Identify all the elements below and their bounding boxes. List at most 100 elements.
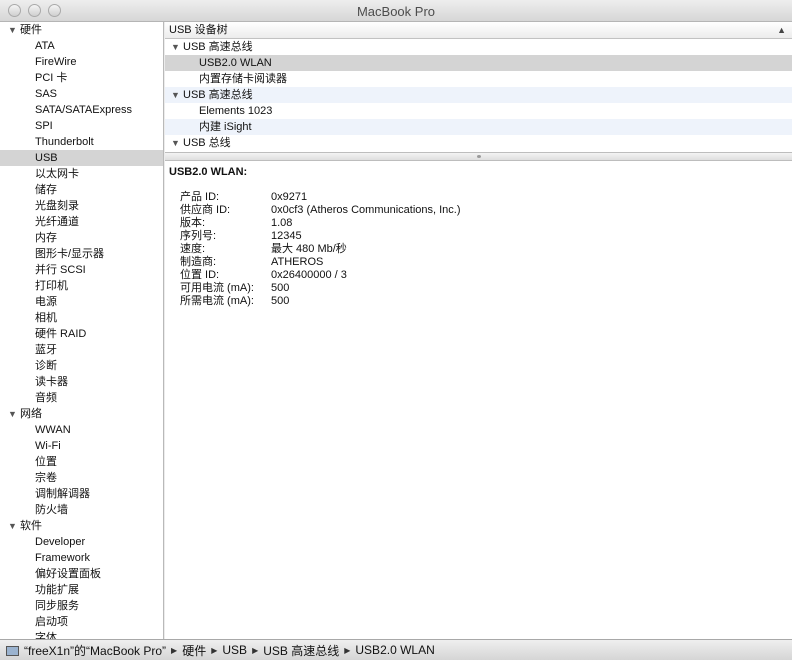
sidebar-item[interactable]: 内存 [0, 230, 163, 246]
tree-bus-label: USB 总线 [183, 137, 231, 149]
sidebar-section-label: 网络 [20, 408, 42, 420]
sidebar-item[interactable]: 蓝牙 [0, 342, 163, 358]
sidebar-item[interactable]: 相机 [0, 310, 163, 326]
sidebar-item[interactable]: PCI 卡 [0, 70, 163, 86]
property-key: 产品 ID: [180, 191, 220, 203]
property-value: 12345 [271, 230, 302, 242]
sidebar-item[interactable]: 读卡器 [0, 374, 163, 390]
path-separator-icon: ▶ [344, 645, 351, 655]
tree-device-row[interactable]: USB2.0 WLAN [165, 55, 792, 71]
sidebar-item[interactable]: 硬件 RAID [0, 326, 163, 342]
disclosure-triangle-icon[interactable]: ▼ [171, 39, 183, 55]
property-row: 供应商 ID: 0x0cf3 (Atheros Communications, I… [180, 204, 792, 217]
property-key: 序列号: [180, 230, 217, 242]
sidebar-item[interactable]: 光盘刻录 [0, 198, 163, 214]
property-value: 500 [271, 282, 290, 294]
sidebar-item[interactable]: 调制解调器 [0, 486, 163, 502]
path-segment[interactable]: “freeX1n”的“MacBook Pro” [24, 642, 166, 659]
sidebar-item[interactable]: 字体 [0, 630, 163, 639]
sidebar-item[interactable]: FireWire [0, 54, 163, 70]
detail-title: USB2.0 WLAN: [169, 166, 248, 178]
sidebar-item[interactable]: ATA [0, 38, 163, 54]
path-separator-icon: ▶ [252, 645, 259, 655]
sidebar-item[interactable]: SATA/SATAExpress [0, 102, 163, 118]
property-row: 可用电流 (mA): 500 [180, 282, 792, 295]
sidebar-item[interactable]: 电源 [0, 294, 163, 310]
sidebar-item[interactable]: WWAN [0, 422, 163, 438]
disclosure-triangle-icon[interactable]: ▼ [8, 518, 20, 534]
property-value: 500 [271, 295, 290, 307]
disclosure-triangle-icon[interactable]: ▼ [171, 135, 183, 151]
tree-bus-label: USB 高速总线 [183, 89, 253, 101]
sidebar-item[interactable]: 打印机 [0, 278, 163, 294]
sidebar-item[interactable]: USB [0, 150, 163, 166]
sidebar: ▼ 硬件 ATA FireWire PCI 卡 SAS SATA/SATAExpress SP… [0, 22, 164, 639]
tree-bus-row[interactable]: ▼ USB 高速总线 [165, 39, 792, 55]
sidebar-section[interactable]: ▼ 软件 [0, 518, 163, 534]
sidebar-item[interactable]: SAS [0, 86, 163, 102]
path-segment[interactable]: USB [222, 643, 247, 657]
property-value: 0x26400000 / 3 [271, 269, 347, 281]
sidebar-item[interactable]: 并行 SCSI [0, 262, 163, 278]
title-bar: MacBook Pro [0, 0, 792, 22]
window-title: MacBook Pro [356, 4, 436, 19]
property-key: 版本: [180, 217, 206, 229]
disclosure-triangle-icon[interactable]: ▼ [171, 87, 183, 103]
tree-device-row[interactable]: 内置存储卡阅读器 [165, 71, 792, 87]
property-key: 位置 ID: [180, 269, 220, 281]
device-tree-header[interactable]: USB 设备树 ▲ [165, 22, 792, 39]
detail-panel: USB2.0 WLAN: 产品 ID: 0x9271 供应商 ID: 0x0cf3 (… [165, 161, 792, 308]
property-row: 产品 ID: 0x9271 [180, 191, 792, 204]
sidebar-item[interactable]: 以太网卡 [0, 166, 163, 182]
sidebar-item[interactable]: 光纤通道 [0, 214, 163, 230]
property-value: 0x9271 [271, 191, 308, 203]
sidebar-item[interactable]: Thunderbolt [0, 134, 163, 150]
disclosure-triangle-icon[interactable]: ▼ [8, 22, 20, 38]
path-segment[interactable]: 硬件 [182, 642, 206, 659]
tree-device-row[interactable]: Elements 1023 [165, 103, 792, 119]
property-key: 可用电流 (mA): [180, 282, 254, 294]
path-separator-icon: ▶ [211, 645, 218, 655]
sidebar-item[interactable]: Wi-Fi [0, 438, 163, 454]
sidebar-item[interactable]: 音频 [0, 390, 163, 406]
sidebar-section[interactable]: ▼ 硬件 [0, 22, 163, 38]
path-separator-icon: ▶ [171, 645, 178, 655]
sidebar-item[interactable]: 启动项 [0, 614, 163, 630]
computer-icon [6, 646, 19, 656]
sidebar-section[interactable]: ▼ 网络 [0, 406, 163, 422]
sidebar-section-label: 软件 [20, 520, 42, 532]
tree-bus-label: USB 高速总线 [183, 41, 253, 53]
sidebar-item[interactable]: SPI [0, 118, 163, 134]
tree-device-row[interactable]: 内建 iSight [165, 119, 792, 135]
sidebar-item[interactable]: 位置 [0, 454, 163, 470]
path-segment[interactable]: USB 高速总线 [263, 642, 339, 659]
disclosure-triangle-icon[interactable]: ▼ [8, 406, 20, 422]
sidebar-item[interactable]: 储存 [0, 182, 163, 198]
path-segment[interactable]: USB2.0 WLAN [355, 643, 434, 657]
property-key: 速度: [180, 243, 206, 255]
property-row: 版本: 1.08 [180, 217, 792, 230]
sort-ascending-icon: ▲ [777, 25, 786, 35]
property-value: 1.08 [271, 217, 293, 229]
property-row: 所需电流 (mA): 500 [180, 295, 792, 308]
property-row: 速度: 最大 480 Mb/秒 [180, 243, 792, 256]
sidebar-item[interactable]: 图形卡/显示器 [0, 246, 163, 262]
device-tree-header-label: USB 设备树 [169, 24, 228, 36]
sidebar-item[interactable]: 防火墙 [0, 502, 163, 518]
sidebar-item[interactable]: Framework [0, 550, 163, 566]
tree-bus-row[interactable]: ▼ USB 总线 [165, 135, 792, 151]
tree-bus-row[interactable]: ▼ USB 高速总线 [165, 87, 792, 103]
pane-splitter[interactable] [165, 152, 792, 161]
property-key: 所需电流 (mA): [180, 295, 254, 307]
property-row: 位置 ID: 0x26400000 / 3 [180, 269, 792, 282]
sidebar-item[interactable]: 宗卷 [0, 470, 163, 486]
sidebar-item[interactable]: 诊断 [0, 358, 163, 374]
property-value: ATHEROS [271, 256, 324, 268]
sidebar-item[interactable]: 偏好设置面板 [0, 566, 163, 582]
property-list: 产品 ID: 0x9271 供应商 ID: 0x0cf3 (Atheros Commu… [180, 191, 792, 308]
device-tree: ▼ USB 高速总线 USB2.0 WLAN 内置存储卡阅读器 ▼ USB 高速总线 Ele… [165, 39, 792, 152]
property-row: 序列号: 12345 [180, 230, 792, 243]
sidebar-item[interactable]: 功能扩展 [0, 582, 163, 598]
sidebar-item[interactable]: Developer [0, 534, 163, 550]
sidebar-item[interactable]: 同步服务 [0, 598, 163, 614]
